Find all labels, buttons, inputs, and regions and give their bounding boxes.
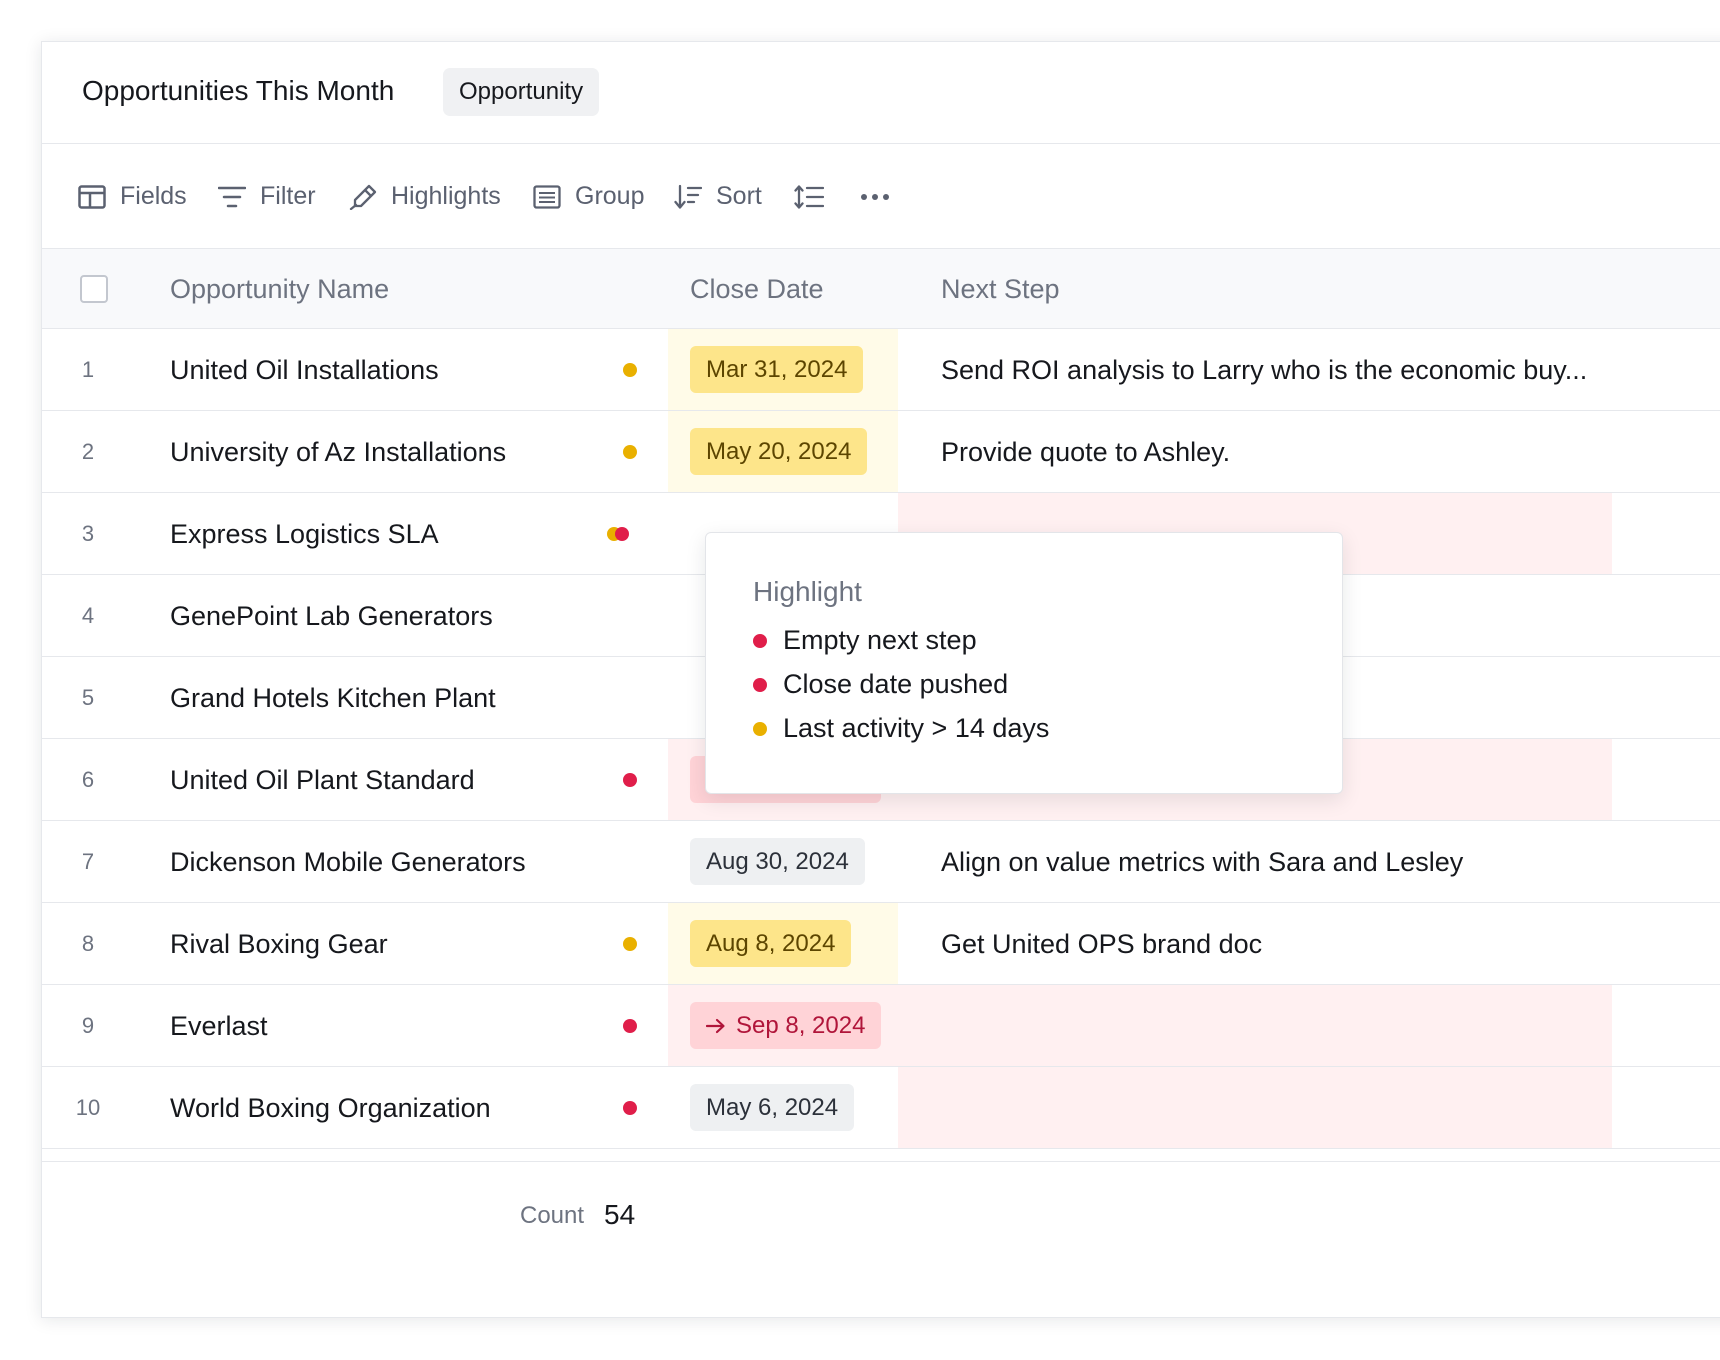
table-header: Opportunity Name Close Date Next Step F <box>42 249 1720 329</box>
close-date-text: Mar 31, 2024 <box>706 356 848 383</box>
close-date-text: May 20, 2024 <box>706 438 852 465</box>
sort-icon <box>674 184 702 210</box>
close-date-text: Aug 30, 2024 <box>706 848 849 875</box>
red-status-dot <box>623 1019 637 1033</box>
opportunity-name[interactable]: World Boxing Organization <box>170 1067 491 1149</box>
highlight-rule-label: Last activity > 14 days <box>783 713 1050 743</box>
column-header-close-date[interactable]: Close Date <box>690 249 824 329</box>
next-step-highlight <box>898 985 1612 1066</box>
opportunity-name[interactable]: Grand Hotels Kitchen Plant <box>170 657 496 739</box>
count-label: Count <box>520 1202 585 1229</box>
row-number: 5 <box>81 685 95 710</box>
row-number: 9 <box>81 1013 95 1038</box>
yellow-status-dot <box>623 937 637 951</box>
opportunity-name[interactable]: Rival Boxing Gear <box>170 903 388 985</box>
opportunity-name[interactable]: United Oil Plant Standard <box>170 739 475 821</box>
next-step-text[interactable]: Provide quote to Ashley. <box>941 411 1641 493</box>
close-date-pill[interactable]: Sep 8, 2024 <box>690 1002 882 1049</box>
brush-icon <box>349 184 377 210</box>
highlight-rule: Close date pushed <box>753 669 1008 700</box>
red-status-dot <box>623 1101 637 1115</box>
row-number: 4 <box>81 603 95 628</box>
close-date-text: May 6, 2024 <box>706 1094 839 1121</box>
row-number: 7 <box>81 849 95 874</box>
table-row[interactable]: 11EverlastApr 14, 2024Send updated propo… <box>42 1149 1720 1161</box>
line-height-icon <box>794 184 824 210</box>
next-step-highlight <box>898 1067 1612 1148</box>
group-list-icon <box>533 184 561 209</box>
row-number: 10 <box>75 1095 101 1120</box>
yellow-status-dot <box>623 363 637 377</box>
table-row[interactable]: 10World Boxing OrganizationMay 6, 2024P <box>42 1067 1720 1149</box>
row-number: 8 <box>81 931 95 956</box>
row-number: 1 <box>81 357 95 382</box>
popover-title: Highlight <box>753 576 862 607</box>
yellow-status-dot <box>623 445 637 459</box>
close-date-text: Aug 8, 2024 <box>706 930 836 957</box>
column-header-next-step[interactable]: Next Step <box>941 249 1060 329</box>
close-date-text: Sep 8, 2024 <box>736 1012 866 1039</box>
highlight-rule: Last activity > 14 days <box>753 713 1049 744</box>
opportunity-name[interactable]: United Oil Installations <box>170 329 439 411</box>
opportunity-name[interactable]: Everlast <box>170 1149 268 1161</box>
toolbar: Fields Filter Highlights Group Sort <box>42 144 1720 249</box>
more-horizontal-icon <box>860 193 890 201</box>
close-date-pill[interactable]: Mar 31, 2024 <box>690 346 864 393</box>
table-footer: Count 54 <box>42 1161 1720 1317</box>
status-dot <box>753 677 767 692</box>
red-status-dot <box>615 527 629 541</box>
filter-icon <box>218 185 246 209</box>
highlight-rule-label: Empty next step <box>783 625 977 655</box>
sort-label: Sort <box>716 182 762 210</box>
sort-button[interactable]: Sort <box>674 144 762 249</box>
table-row[interactable]: 9EverlastSep 8, 2024Q <box>42 985 1720 1067</box>
group-button[interactable]: Group <box>533 144 644 249</box>
filter-label: Filter <box>260 182 316 210</box>
close-date-pill[interactable]: Aug 30, 2024 <box>690 838 865 885</box>
row-height-button[interactable] <box>794 144 824 249</box>
columns-icon <box>78 184 106 209</box>
opportunity-name[interactable]: Express Logistics SLA <box>170 493 439 575</box>
close-date-pill[interactable]: May 6, 2024 <box>690 1084 855 1131</box>
next-step-text[interactable]: Get United OPS brand doc <box>941 903 1641 985</box>
list-view-card: Opportunities This Month Opportunity Fie… <box>41 41 1720 1318</box>
highlight-rule-label: Close date pushed <box>783 669 1009 699</box>
row-number: 11 <box>42 1149 134 1161</box>
filter-button[interactable]: Filter <box>218 144 316 249</box>
row-number: 6 <box>81 767 95 792</box>
highlights-label: Highlights <box>391 182 501 210</box>
page-title: Opportunities This Month <box>82 75 395 106</box>
count-value: 54 <box>604 1199 636 1230</box>
column-header-opportunity-name[interactable]: Opportunity Name <box>170 249 389 329</box>
highlights-button[interactable]: Highlights <box>349 144 501 249</box>
table-row[interactable]: 8 Rival Boxing Gear Aug 8, 2024 Get United … <box>42 903 1720 985</box>
status-dot <box>753 721 767 736</box>
next-step-text[interactable]: Align on value metrics with Sara and Les… <box>941 821 1641 903</box>
view-header: Opportunities This Month Opportunity <box>42 42 1720 144</box>
fields-button[interactable]: Fields <box>78 144 187 249</box>
opportunity-name[interactable]: Everlast <box>170 985 268 1067</box>
next-step-text[interactable]: Send updated proposal, social proof, and… <box>941 1149 1641 1161</box>
row-number: 2 <box>81 439 95 464</box>
object-type-chip[interactable]: Opportunity <box>443 68 600 116</box>
table-row[interactable]: 1 United Oil Installations Mar 31, 2024 Sen… <box>42 329 1720 411</box>
highlight-rule: Empty next step <box>753 625 977 656</box>
select-all-checkbox[interactable] <box>80 275 108 303</box>
fields-label: Fields <box>120 182 187 210</box>
close-date-pill[interactable]: May 20, 2024 <box>690 428 868 475</box>
next-step-text[interactable]: Send ROI analysis to Larry who is the ec… <box>941 329 1641 411</box>
arrow-right-icon <box>706 1018 726 1034</box>
table-row[interactable]: 2 University of Az Installations May 20, 2… <box>42 411 1720 493</box>
close-date-pill[interactable]: Aug 8, 2024 <box>690 920 852 967</box>
highlight-popover: Highlight Empty next step Close date pus… <box>705 532 1343 794</box>
red-status-dot <box>623 773 637 787</box>
status-dot <box>753 633 767 648</box>
row-number: 3 <box>81 521 95 546</box>
opportunity-name[interactable]: GenePoint Lab Generators <box>170 575 493 657</box>
table-row[interactable]: 7 Dickenson Mobile Generators Aug 30, 2024… <box>42 821 1720 903</box>
group-label: Group <box>575 182 645 210</box>
opportunity-name[interactable]: Dickenson Mobile Generators <box>170 821 526 903</box>
opportunity-name[interactable]: University of Az Installations <box>170 411 506 493</box>
more-options-button[interactable] <box>860 144 890 249</box>
